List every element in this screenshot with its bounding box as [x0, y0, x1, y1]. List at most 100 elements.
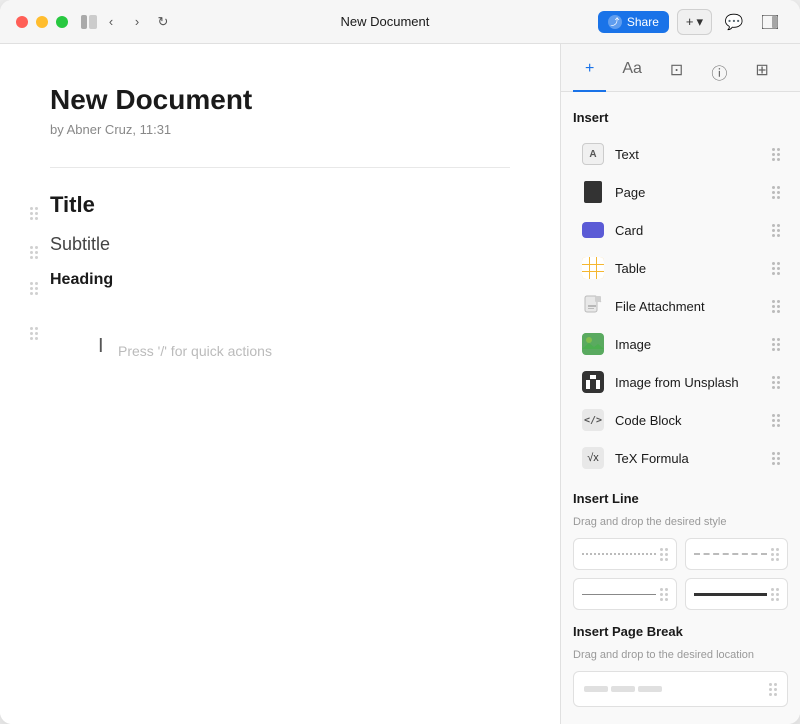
format-tab-icon: Aa	[622, 60, 642, 77]
info-tab-icon: ⓘ	[711, 66, 727, 83]
tab-info[interactable]: ⓘ	[699, 54, 739, 92]
insert-item-text[interactable]: A Text	[573, 135, 788, 173]
insert-pagebreak-label: Insert Page Break	[573, 624, 788, 639]
tab-insert[interactable]: +	[573, 54, 606, 92]
drag-icon	[769, 683, 777, 696]
drag-handle-icon	[772, 338, 780, 351]
drag-handle[interactable]	[30, 327, 44, 340]
card-icon	[581, 218, 605, 242]
drag-icon	[771, 588, 779, 601]
code-block-icon: </>	[581, 408, 605, 432]
drag-icon	[771, 548, 779, 561]
code-block-label: Code Block	[615, 413, 762, 428]
nav-icons: ‹ › ↻	[102, 13, 172, 31]
insert-item-table[interactable]: Table	[573, 249, 788, 287]
window: ‹ › ↻ New Document ⤴ Share + ▾ 💬	[0, 0, 800, 724]
sidebar-tabs: + Aa ⊡ ⓘ ⊞	[561, 44, 800, 92]
doc-divider	[50, 167, 510, 168]
refresh-icon[interactable]: ↻	[154, 13, 172, 31]
unsplash-label: Image from Unsplash	[615, 375, 762, 390]
tex-formula-icon: √x	[581, 446, 605, 470]
file-attachment-label: File Attachment	[615, 299, 762, 314]
line-item-thick[interactable]	[685, 578, 789, 610]
line-item-thin[interactable]	[573, 578, 677, 610]
sidebar-toggle-icon[interactable]	[80, 13, 98, 31]
drag-handle-icon	[772, 376, 780, 389]
thick-line-preview	[694, 593, 768, 596]
table-icon	[581, 256, 605, 280]
comment-icon[interactable]: 💬	[720, 8, 748, 36]
drag-icon	[660, 548, 668, 561]
image-icon	[581, 332, 605, 356]
drag-handle[interactable]	[30, 282, 44, 295]
image-label: Image	[615, 337, 762, 352]
sidebar-content: Insert A Text Page	[561, 92, 800, 724]
insert-item-image-unsplash[interactable]: Image from Unsplash	[573, 363, 788, 401]
cursor-area[interactable]: I Press '/' for quick actions	[50, 325, 510, 385]
page-label: Page	[615, 185, 762, 200]
drag-handle-icon	[772, 414, 780, 427]
insert-line-label: Insert Line	[573, 491, 788, 506]
layout-icon[interactable]	[756, 8, 784, 36]
text-label: Text	[615, 147, 762, 162]
tab-format[interactable]: Aa	[610, 54, 654, 92]
line-item-dotted[interactable]	[573, 538, 677, 570]
placeholder-text: Press '/' for quick actions	[118, 343, 272, 359]
plus-tab-icon: +	[585, 60, 594, 77]
dotted-line-preview	[582, 553, 656, 555]
insert-item-code-block[interactable]: </> Code Block	[573, 401, 788, 439]
maximize-button[interactable]	[56, 16, 68, 28]
back-icon[interactable]: ‹	[102, 13, 120, 31]
minimize-button[interactable]	[36, 16, 48, 28]
insert-item-image[interactable]: Image	[573, 325, 788, 363]
tab-layout[interactable]: ⊞	[743, 54, 780, 92]
line-items-grid	[573, 538, 788, 610]
share-icon: ⤴	[608, 15, 622, 29]
insert-item-file-attachment[interactable]: File Attachment	[573, 287, 788, 325]
insert-item-page[interactable]: Page	[573, 173, 788, 211]
drag-icon	[660, 588, 668, 601]
window-controls	[16, 16, 68, 28]
subtitle-element[interactable]: Subtitle	[50, 234, 110, 255]
titlebar: ‹ › ↻ New Document ⤴ Share + ▾ 💬	[0, 0, 800, 44]
title-element[interactable]: Title	[50, 192, 95, 218]
add-button[interactable]: + ▾	[677, 9, 712, 35]
page-icon	[581, 180, 605, 204]
sidebar-toggle-icons	[80, 13, 98, 31]
heading-element[interactable]: Heading	[50, 271, 113, 289]
forward-icon[interactable]: ›	[128, 13, 146, 31]
drag-handle[interactable]	[30, 246, 44, 259]
share-label: Share	[627, 15, 659, 29]
unsplash-icon	[581, 370, 605, 394]
subtitle-element-row: Subtitle	[50, 234, 510, 271]
document-area[interactable]: New Document by Abner Cruz, 11:31 Title …	[0, 44, 560, 724]
share-button[interactable]: ⤴ Share	[598, 11, 669, 33]
dashed-line-preview	[694, 553, 768, 555]
document-meta: by Abner Cruz, 11:31	[50, 122, 510, 137]
insert-item-tex-formula[interactable]: √x TeX Formula	[573, 439, 788, 477]
main-area: New Document by Abner Cruz, 11:31 Title …	[0, 44, 800, 724]
text-icon: A	[581, 142, 605, 166]
insert-pagebreak-sublabel: Drag and drop to the desired location	[573, 649, 788, 661]
tab-media[interactable]: ⊡	[658, 54, 695, 92]
drag-handle-icon	[772, 186, 780, 199]
insert-item-card[interactable]: Card	[573, 211, 788, 249]
close-button[interactable]	[16, 16, 28, 28]
layout-tab-icon: ⊞	[755, 62, 768, 79]
drag-handle-icon	[772, 300, 780, 313]
heading-element-row: Heading	[50, 271, 510, 305]
drag-handle-icon	[772, 224, 780, 237]
file-attachment-icon	[581, 294, 605, 318]
page-break-item[interactable]	[573, 671, 788, 707]
drag-handle-icon	[772, 148, 780, 161]
table-label: Table	[615, 261, 762, 276]
insert-line-section: Insert Line Drag and drop the desired st…	[573, 491, 788, 610]
drag-handle[interactable]	[30, 207, 44, 220]
drag-handle-icon	[772, 452, 780, 465]
line-item-dashed[interactable]	[685, 538, 789, 570]
titlebar-right: ⤴ Share + ▾ 💬	[598, 8, 784, 36]
thin-line-preview	[582, 594, 656, 595]
document-title: New Document	[172, 14, 598, 29]
card-label: Card	[615, 223, 762, 238]
plus-icon: +	[686, 14, 694, 29]
